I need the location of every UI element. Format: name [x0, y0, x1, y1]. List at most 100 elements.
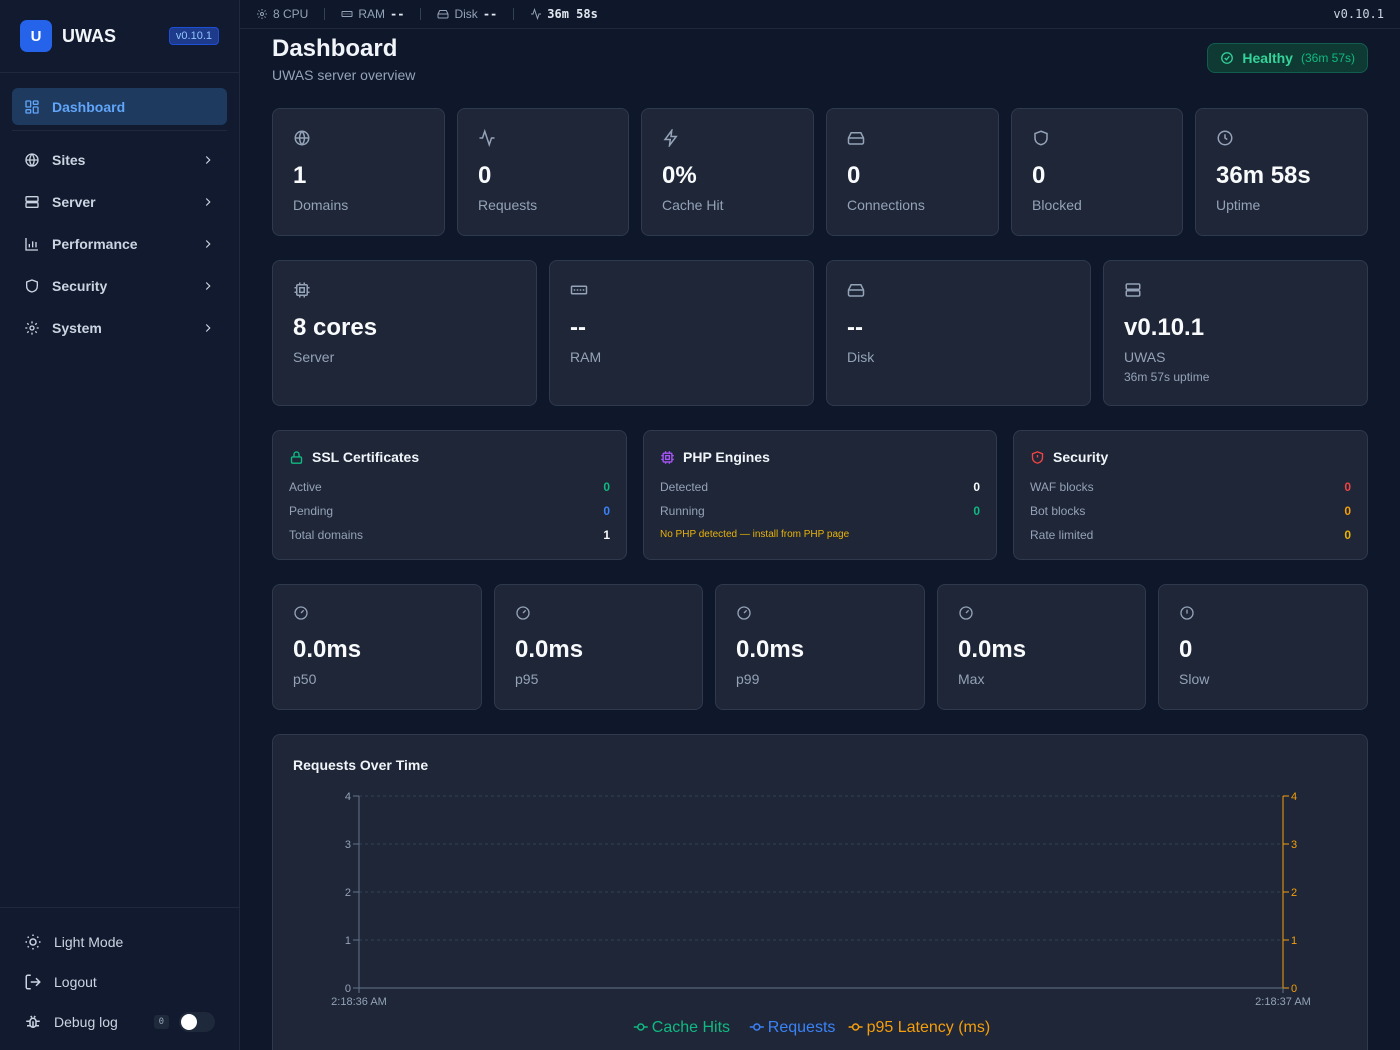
- shield-alert-icon: [1031, 450, 1044, 464]
- sidebar-item-label: Sites: [52, 151, 86, 168]
- shield-icon: [26, 278, 38, 293]
- sidebar-item-security[interactable]: Security: [12, 267, 227, 304]
- debug-log-row: Debug log 0: [12, 1002, 227, 1042]
- stat-value: 0: [478, 162, 492, 189]
- stat-value: 0.0ms: [293, 636, 362, 663]
- stat-label: Connections: [847, 197, 925, 213]
- stat-label: Max: [958, 671, 985, 687]
- sidebar-item-system[interactable]: System: [12, 309, 227, 346]
- shield-icon: [1034, 130, 1048, 146]
- stat-card-disk: -- Disk: [826, 260, 1091, 406]
- status-bar: 8 CPU RAM -- Disk -- 36m 58s v0.10.1: [240, 0, 1400, 29]
- y-left-tick-label: 0: [345, 983, 351, 995]
- php-title: PHP Engines: [683, 449, 770, 465]
- stat-card-ram: -- RAM: [549, 260, 814, 406]
- hard-drive-icon: [847, 132, 865, 145]
- sidebar-item-server[interactable]: Server: [12, 183, 227, 220]
- sidebar-item-sites[interactable]: Sites: [12, 141, 227, 178]
- stat-label: Uptime: [1216, 197, 1261, 213]
- stat-value: v0.10.1: [1124, 314, 1205, 341]
- stat-value: 0.0ms: [958, 636, 1027, 663]
- y-left-tick-label: 2: [345, 887, 351, 899]
- y-left-tick-label: 4: [345, 791, 351, 803]
- activity-icon: [531, 8, 542, 20]
- globe-icon: [25, 152, 39, 167]
- app-name: UWAS: [62, 25, 116, 46]
- php-row-detected: Detected 0: [660, 480, 980, 494]
- latency-card-max: 0.0ms Max: [937, 584, 1146, 710]
- x-tick-label: 2:18:36 AM: [331, 996, 387, 1008]
- cpu-icon: [661, 450, 674, 464]
- bolt-icon: [663, 129, 678, 147]
- sun-icon: [25, 934, 41, 950]
- stat-value: 0%: [662, 162, 697, 189]
- health-badge: Healthy (36m 57s): [1207, 43, 1368, 73]
- stat-label: p99: [736, 671, 760, 687]
- row-label: Bot blocks: [1030, 504, 1086, 518]
- legend-marker: [851, 1023, 860, 1031]
- stat-label: Requests: [478, 197, 538, 213]
- legend-label: Cache Hits: [652, 1019, 730, 1036]
- latency-card-p99: 0.0ms p99: [715, 584, 925, 710]
- row-value: 0: [1344, 504, 1351, 518]
- security-panel: Security WAF blocks 0 Bot blocks 0 Rate …: [1013, 430, 1368, 560]
- stat-label: Slow: [1179, 671, 1210, 687]
- alert-circle-icon: [1180, 606, 1194, 620]
- legend-marker: [753, 1023, 761, 1031]
- latency-card-slow: 0 Slow: [1158, 584, 1368, 710]
- legend-label: Requests: [768, 1019, 836, 1036]
- app-logo: U: [20, 20, 52, 52]
- legend-label: p95 Latency (ms): [867, 1019, 991, 1036]
- sidebar-item-performance[interactable]: Performance: [12, 225, 227, 262]
- stat-value: 1: [293, 162, 307, 189]
- stat-card-server: 8 cores Server: [272, 260, 537, 406]
- stat-label: p50: [293, 671, 317, 687]
- page-title: Dashboard: [272, 35, 398, 62]
- security-row-waf: WAF blocks 0: [1030, 480, 1351, 494]
- clock-icon: [1217, 130, 1233, 146]
- stat-card-domains: 1 Domains: [272, 108, 445, 236]
- cpu-icon: [294, 282, 310, 298]
- lock-icon: [290, 450, 303, 464]
- server-icon: [25, 195, 39, 208]
- chevron-right-icon: [205, 323, 211, 332]
- debug-log-toggle[interactable]: [179, 1012, 215, 1032]
- row-value: 0: [603, 480, 610, 494]
- panel-title: PHP Engines: [660, 449, 770, 465]
- sidebar-item-label: Server: [52, 193, 96, 210]
- logout-button[interactable]: Logout: [12, 962, 227, 1002]
- stat-card-uptime: 36m 58s Uptime: [1195, 108, 1368, 236]
- php-row-running: Running 0: [660, 504, 980, 518]
- stat-value: 0: [1179, 636, 1193, 663]
- version-badge: v0.10.1: [168, 27, 219, 45]
- gear-icon: [25, 320, 39, 335]
- sidebar-item-label: Dashboard: [52, 98, 126, 115]
- latency-card-p50: 0.0ms p50: [272, 584, 482, 710]
- debug-count-badge: 0: [153, 1015, 169, 1029]
- stat-card-cache-hit: 0% Cache Hit: [641, 108, 814, 236]
- light-mode-label: Light Mode: [54, 934, 124, 950]
- sidebar-footer: Light Mode Logout Debug log 0: [0, 907, 239, 1050]
- uptime-value: 36m 58s: [547, 7, 598, 21]
- stat-label: Server: [293, 349, 335, 365]
- stat-value: --: [570, 314, 586, 341]
- sidebar-item-label: Performance: [52, 235, 138, 252]
- stat-value: 0: [1032, 162, 1046, 189]
- row-label: Total domains: [289, 528, 364, 542]
- php-warning: No PHP detected — install from PHP page: [660, 529, 850, 540]
- requests-chart-panel: Requests Over Time 0 1 2 3 4 0 1 2 3 4 2:18:36 AM 2…: [272, 734, 1368, 1050]
- sidebar: U UWAS v0.10.1 Dashboard Sites Server Pe…: [0, 0, 240, 1050]
- memory-icon: [341, 11, 353, 17]
- health-label: Healthy: [1242, 50, 1293, 66]
- light-mode-button[interactable]: Light Mode: [12, 922, 227, 962]
- stat-card-requests: 0 Requests: [457, 108, 629, 236]
- row-label: Rate limited: [1030, 528, 1094, 542]
- legend-marker: [637, 1023, 645, 1031]
- chevron-right-icon: [205, 197, 211, 206]
- y-right-tick-label: 4: [1291, 791, 1297, 803]
- logout-label: Logout: [54, 974, 97, 990]
- sidebar-item-dashboard[interactable]: Dashboard: [12, 88, 227, 125]
- gauge-icon: [737, 606, 751, 620]
- bar-chart-icon: [25, 237, 38, 251]
- cpu-status: 8 CPU: [256, 7, 326, 21]
